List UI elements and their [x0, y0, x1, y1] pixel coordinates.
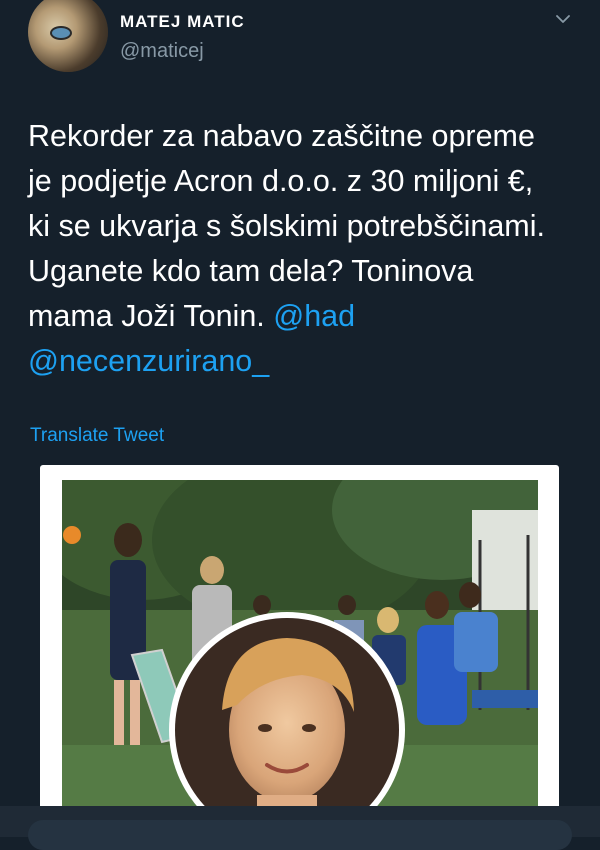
tweet-photo[interactable]	[62, 480, 538, 810]
avatar[interactable]	[28, 0, 108, 72]
tweet-text: Rekorder za nabavo zaščitne opreme je po…	[28, 114, 588, 384]
mention-link[interactable]: @necenzurirano_	[28, 344, 269, 378]
user-display-name[interactable]: MATEJ MATIC	[120, 12, 245, 32]
tweet-line: mama Joži Tonin. @had	[28, 294, 588, 339]
tweet-line: Uganete kdo tam dela? Toninova	[28, 254, 474, 288]
avatar-eye	[50, 26, 72, 40]
tweet-line: Rekorder za nabavo zaščitne opreme	[28, 119, 535, 153]
user-handle[interactable]: @maticej	[120, 40, 204, 63]
chevron-down-icon[interactable]	[556, 12, 570, 26]
mention-link[interactable]: @had	[273, 299, 355, 333]
reply-input[interactable]	[28, 820, 572, 850]
tweet-line: @necenzurirano_	[28, 339, 588, 384]
media-card[interactable]	[40, 465, 559, 810]
tweet-line: ki se ukvarja s šolskimi potrebščinami.	[28, 209, 545, 243]
tweet-line: je podjetje Acron d.o.o. z 30 miljoni €,	[28, 164, 534, 198]
translate-tweet-link[interactable]: Translate Tweet	[30, 425, 164, 447]
tweet-line-text: mama Joži Tonin.	[28, 299, 274, 333]
